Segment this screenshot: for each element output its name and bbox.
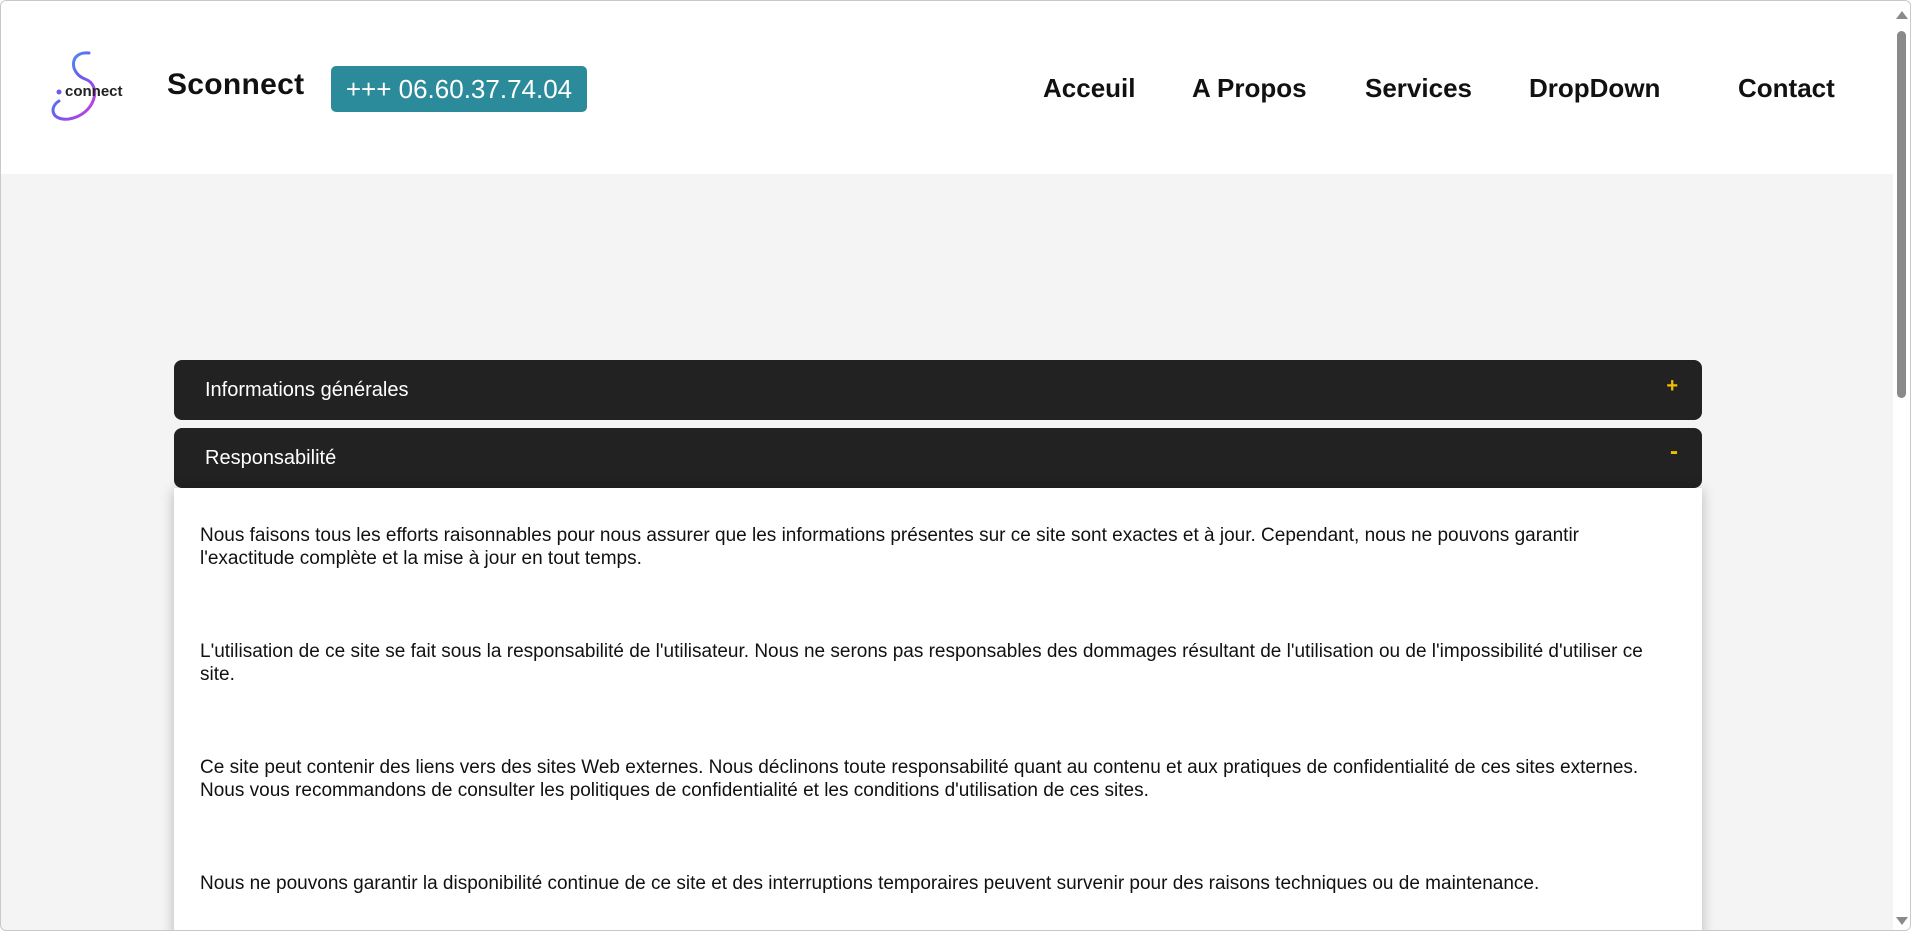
- paragraph: L'utilisation de ce site se fait sous la…: [200, 641, 1643, 685]
- collapse-minus-icon[interactable]: -: [1670, 438, 1678, 466]
- expand-plus-icon[interactable]: +: [1666, 375, 1678, 398]
- scroll-down-arrow-icon[interactable]: [1896, 917, 1908, 925]
- brand-name[interactable]: Sconnect: [167, 68, 304, 102]
- scrollbar-thumb[interactable]: [1897, 31, 1906, 398]
- nav-dropdown[interactable]: DropDown: [1529, 73, 1660, 104]
- paragraph: Nous ne pouvons garantir la disponibilit…: [200, 873, 1540, 894]
- nav-services[interactable]: Services: [1365, 73, 1472, 104]
- scroll-up-arrow-icon[interactable]: [1896, 11, 1908, 19]
- nav-contact[interactable]: Contact: [1738, 73, 1835, 104]
- vertical-scrollbar[interactable]: [1893, 1, 1910, 930]
- accordion-content-panel: Nous faisons tous les efforts raisonnabl…: [174, 488, 1702, 930]
- paragraph: Ce site peut contenir des liens vers des…: [200, 757, 1639, 801]
- paragraph: Nous faisons tous les efforts raisonnabl…: [200, 525, 1580, 569]
- accordion-title: Informations générales: [205, 379, 409, 401]
- accordion-responsabilite[interactable]: Responsabilité -: [174, 428, 1702, 488]
- logo-text: connect: [65, 83, 123, 100]
- site-header: connect Sconnect +++ 06.60.37.74.04 Acce…: [1, 1, 1893, 174]
- nav-a-propos[interactable]: A Propos: [1192, 73, 1307, 104]
- accordion-informations-generales[interactable]: Informations générales +: [174, 360, 1702, 420]
- nav-acceuil[interactable]: Acceuil: [1043, 73, 1136, 104]
- browser-viewport: connect Sconnect +++ 06.60.37.74.04 Acce…: [0, 0, 1911, 931]
- sconnect-logo-icon[interactable]: connect: [45, 49, 125, 125]
- phone-button[interactable]: +++ 06.60.37.74.04: [331, 66, 587, 112]
- accordion-title: Responsabilité: [205, 447, 337, 469]
